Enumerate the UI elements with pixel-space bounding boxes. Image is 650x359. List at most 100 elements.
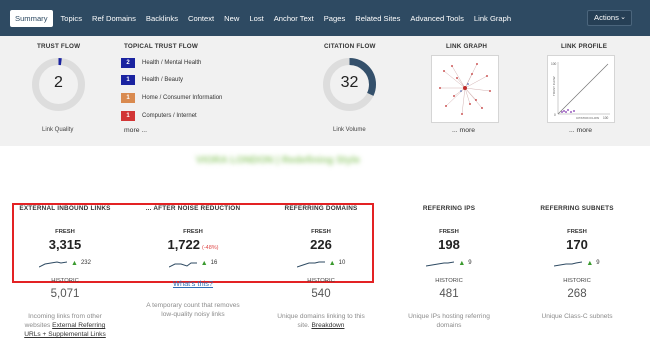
trend-value: 232 — [80, 260, 91, 266]
link-profile-thumbnail[interactable]: 100 0 100 CITATION FLOW TRUST FLOW — [547, 55, 615, 123]
fresh-label: FRESH — [55, 229, 75, 235]
tab-summary[interactable]: Summary — [10, 9, 53, 27]
historic-value[interactable]: 540 — [266, 288, 376, 302]
tab-anchor-text[interactable]: Anchor Text — [269, 10, 319, 27]
fresh-value[interactable]: 1,722 (-48%) — [138, 237, 248, 253]
topical-label: Health / Beauty — [142, 77, 184, 83]
fresh-number: 3,315 — [48, 237, 82, 252]
y-axis-label: TRUST FLOW — [552, 76, 556, 96]
tab-ref-domains[interactable]: Ref Domains — [87, 10, 141, 27]
link-profile-more-link[interactable]: ... more — [569, 127, 592, 134]
link-profile-image: 100 0 100 CITATION FLOW TRUST FLOW — [551, 62, 610, 120]
trend-row: ▲ 9 — [522, 256, 632, 270]
trend-up-icon: ▲ — [200, 259, 208, 267]
sparkline-chart — [554, 261, 583, 267]
actions-dropdown-button[interactable]: Actions ⌄ — [587, 10, 632, 26]
tab-advanced-tools[interactable]: Advanced Tools — [405, 10, 468, 27]
historic-value[interactable]: 481 — [394, 288, 504, 302]
stat-title: EXTERNAL INBOUND LINKS — [19, 205, 111, 212]
citation-flow-title: CITATION FLOW — [324, 43, 376, 50]
trend-up-icon: ▲ — [586, 259, 594, 267]
description-text: Unique Class-C subnets — [541, 313, 613, 320]
topical-label: Computers / Internet — [142, 113, 197, 119]
trend-row: ▲ 9 — [394, 256, 504, 270]
topical-score-badge: 1 — [121, 111, 135, 121]
citation-flow-donut[interactable]: 32 — [322, 57, 377, 112]
tab-backlinks[interactable]: Backlinks — [141, 10, 183, 27]
stat-description: Unique domains linking to this site. Bre… — [266, 312, 376, 330]
site-title: VIORA LONDON | Redefining Style — [196, 155, 361, 166]
tab-lost[interactable]: Lost — [244, 10, 268, 27]
fresh-label: FRESH — [439, 229, 459, 235]
tab-pages[interactable]: Pages — [319, 10, 351, 27]
top-navigation-bar: Summary Topics Ref Domains Backlinks Con… — [0, 0, 650, 36]
stat-description: Incoming links from other websites Exter… — [10, 312, 120, 339]
stat-description: A temporary count that removes low-quali… — [138, 301, 248, 319]
historic-value[interactable]: 268 — [522, 288, 632, 302]
stat-column-referring-domains: REFERRING DOMAINS FRESH 226 ▲ 10 HISTORI… — [266, 205, 376, 330]
historic-label: HISTORIC — [563, 278, 591, 284]
sparkline-chart — [168, 262, 197, 268]
stat-title: REFERRING IPS — [422, 205, 476, 212]
topical-item[interactable]: 1 Home / Consumer Information — [121, 93, 222, 103]
citation-flow-caption: Link Volume — [333, 127, 366, 133]
link-graph-title: LINK GRAPH — [446, 43, 488, 50]
description-text: A temporary count that removes low-quali… — [146, 302, 240, 318]
topical-trust-flow-title: TOPICAL TRUST FLOW — [124, 43, 199, 50]
fresh-value[interactable]: 198 — [394, 237, 504, 253]
tab-related-sites[interactable]: Related Sites — [350, 10, 405, 27]
fresh-value[interactable]: 170 — [522, 237, 632, 253]
topical-item[interactable]: 2 Health / Mental Health — [121, 58, 201, 68]
citation-flow-value: 32 — [340, 74, 359, 91]
topical-score-badge: 1 — [121, 93, 135, 103]
historic-label: HISTORIC — [307, 278, 335, 284]
sparkline-chart — [296, 261, 325, 268]
actions-label: Actions — [594, 13, 619, 22]
topical-score-badge: 1 — [121, 75, 135, 85]
stat-description: Unique IPs hosting referring domains — [394, 312, 504, 330]
description-text: Unique IPs hosting referring domains — [408, 313, 490, 329]
tab-context[interactable]: Context — [183, 10, 219, 27]
historic-value[interactable]: 5,071 — [10, 288, 120, 302]
topical-item[interactable]: 1 Computers / Internet — [121, 111, 197, 121]
fresh-label: FRESH — [183, 229, 203, 235]
link-graph-more-link[interactable]: ... more — [452, 127, 475, 134]
trust-flow-donut[interactable]: 2 — [31, 57, 86, 112]
stat-title: ... AFTER NOISE REDUCTION — [145, 205, 241, 212]
topical-label: Home / Consumer Information — [142, 95, 223, 101]
trend-value: 10 — [338, 260, 346, 266]
fresh-label: FRESH — [567, 229, 587, 235]
chevron-down-icon: ⌄ — [620, 14, 626, 21]
historic-label: HISTORIC — [435, 278, 463, 284]
trust-flow-caption: Link Quality — [42, 127, 74, 133]
topical-item[interactable]: 1 Health / Beauty — [121, 75, 183, 85]
trend-row: ▲ 16 — [138, 256, 248, 270]
stat-column-external-inbound-links: EXTERNAL INBOUND LINKS FRESH 3,315 ▲ 232… — [10, 205, 120, 339]
fresh-number: 226 — [310, 237, 332, 252]
fresh-number: 170 — [566, 237, 588, 252]
stat-column-referring-ips: REFERRING IPS FRESH 198 ▲ 9 HISTORIC 481… — [394, 205, 504, 330]
topical-score-badge: 2 — [121, 58, 135, 68]
topical-more-link[interactable]: more ... — [124, 127, 147, 134]
fresh-number: 1,722 — [167, 237, 201, 252]
tab-new[interactable]: New — [219, 10, 244, 27]
trend-value: 9 — [596, 260, 600, 266]
tab-topics[interactable]: Topics — [56, 10, 88, 27]
fresh-value[interactable]: 226 — [266, 237, 376, 253]
stat-description: Unique Class-C subnets — [522, 312, 632, 321]
y-tick-top: 100 — [551, 62, 557, 66]
trend-row: ▲ 232 — [10, 256, 120, 270]
link-graph-thumbnail[interactable] — [431, 55, 499, 123]
x-tick-right: 100 — [603, 116, 609, 120]
summary-band: TRUST FLOW 2 Link Quality TOPICAL TRUST … — [0, 36, 650, 146]
trust-flow-title: TRUST FLOW — [37, 43, 81, 50]
y-tick-bottom: 0 — [554, 113, 556, 117]
x-axis-label: CITATION FLOW — [576, 116, 599, 120]
breakdown-link[interactable]: Breakdown — [311, 322, 344, 329]
whats-this-link[interactable]: What's this? — [138, 279, 248, 291]
sparkline-chart — [426, 261, 455, 267]
fresh-value[interactable]: 3,315 — [10, 237, 120, 253]
trend-up-icon: ▲ — [71, 259, 78, 267]
stat-column-after-noise-reduction: ... AFTER NOISE REDUCTION FRESH 1,722 (-4… — [138, 205, 248, 319]
tab-link-graph[interactable]: Link Graph — [469, 10, 516, 27]
